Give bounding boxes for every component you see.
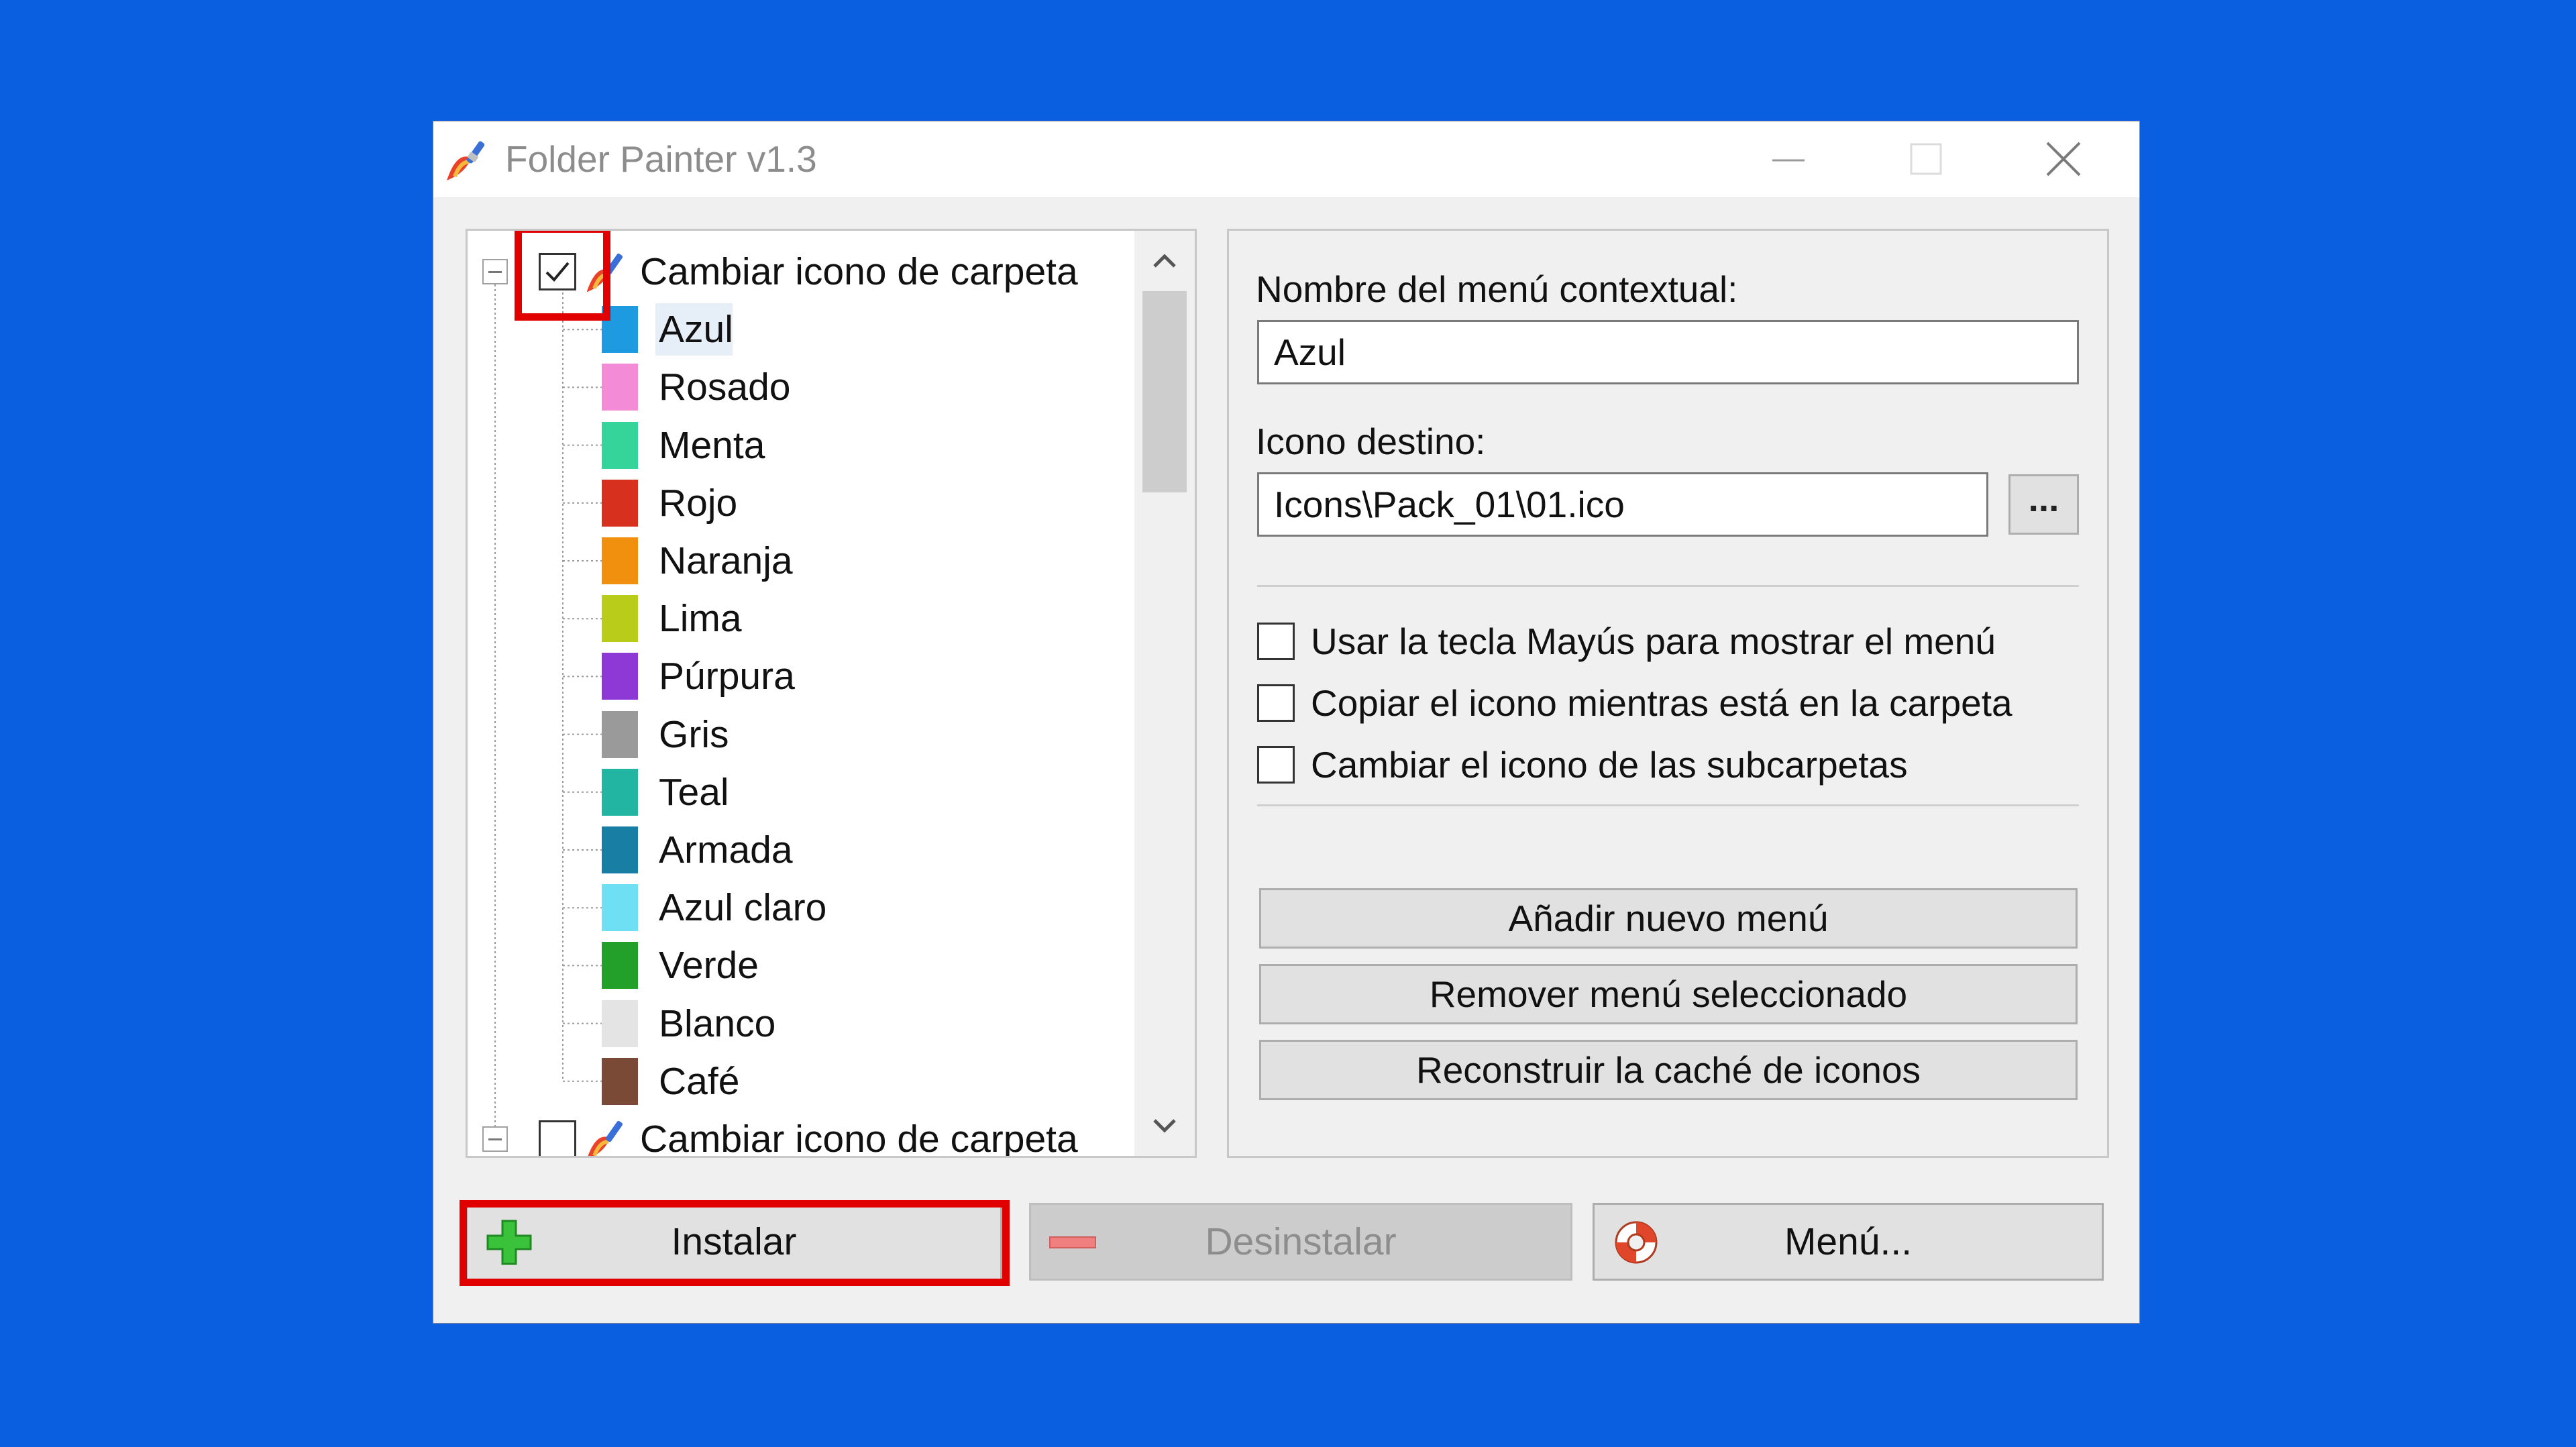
folder-painter-window: Folder Painter v1.3 Cambiar icono de car… bbox=[433, 121, 2140, 1324]
tree-color-item[interactable]: Blanco bbox=[659, 995, 775, 1053]
option-checkbox[interactable] bbox=[1257, 684, 1295, 722]
tree-color-item[interactable]: Menta bbox=[659, 417, 765, 474]
target-icon-label: Icono destino: bbox=[1256, 421, 1486, 462]
folder-color-icon bbox=[602, 421, 638, 469]
tree-color-item[interactable]: Café bbox=[659, 1053, 739, 1110]
minimize-button[interactable] bbox=[1728, 121, 1849, 197]
folder-color-icon bbox=[602, 826, 638, 873]
tree-item-label: Púrpura bbox=[659, 655, 795, 698]
menu-name-input[interactable] bbox=[1257, 320, 2079, 384]
folder-color-icon bbox=[602, 1057, 638, 1105]
tree-color-item[interactable]: Lima bbox=[659, 590, 742, 647]
option-label: Copiar el icono mientras está en la carp… bbox=[1311, 682, 2012, 724]
tree-item-label: Rosado bbox=[659, 366, 791, 409]
menu-tree[interactable]: Cambiar icono de carpeta Azul Rosado Menta R… bbox=[466, 229, 1197, 1158]
target-icon-input[interactable] bbox=[1257, 472, 1988, 537]
tree-collapse-toggle[interactable] bbox=[482, 259, 508, 284]
option-checkbox[interactable] bbox=[1257, 746, 1295, 784]
tree-color-item[interactable]: Naranja bbox=[659, 532, 793, 590]
chevron-up-icon bbox=[1153, 254, 1176, 268]
tree-item-label: Azul claro bbox=[659, 886, 827, 930]
tree-item-label: Gris bbox=[659, 712, 729, 756]
paintbrush-icon bbox=[588, 1120, 623, 1156]
tree-item-label: Armada bbox=[659, 828, 793, 871]
tree-group-label: Cambiar icono de carpeta bbox=[640, 250, 1078, 293]
tree-color-item[interactable]: Verde bbox=[659, 936, 759, 994]
folder-color-icon bbox=[602, 653, 638, 700]
tree-color-item[interactable]: Rosado bbox=[659, 358, 790, 416]
separator bbox=[1257, 804, 2079, 806]
option-row[interactable]: Cambiar el icono de las subcarpetas bbox=[1257, 743, 1908, 786]
folder-color-icon bbox=[602, 537, 638, 584]
tree-collapse-toggle[interactable] bbox=[482, 1126, 508, 1152]
folder-color-icon bbox=[602, 595, 638, 643]
tree-color-item[interactable]: Teal bbox=[659, 763, 729, 821]
tree-color-item[interactable]: Rojo bbox=[659, 474, 737, 532]
scroll-thumb[interactable] bbox=[1142, 291, 1187, 492]
tree-item-label: Azul bbox=[659, 308, 733, 352]
option-checkbox[interactable] bbox=[1257, 623, 1295, 660]
tree-item-label: Rojo bbox=[659, 481, 738, 525]
tree-color-item[interactable]: Azul bbox=[659, 301, 733, 358]
tree-item-label: Lima bbox=[659, 597, 742, 641]
close-button[interactable] bbox=[2003, 121, 2124, 197]
option-row[interactable]: Usar la tecla Mayús para mostrar el menú bbox=[1257, 620, 1996, 663]
tree-item-label: Naranja bbox=[659, 539, 793, 582]
uninstall-label: Desinstalar bbox=[1205, 1220, 1397, 1263]
folder-color-icon bbox=[602, 942, 638, 989]
scroll-up-button[interactable] bbox=[1134, 231, 1195, 291]
browse-icon-button[interactable]: ... bbox=[2008, 474, 2079, 535]
menu-properties-panel: Nombre del menú contextual: Icono destin… bbox=[1227, 229, 2109, 1158]
tree-group-item[interactable]: Cambiar icono de carpeta bbox=[640, 1110, 1078, 1158]
folder-color-icon bbox=[602, 710, 638, 758]
scroll-down-button[interactable] bbox=[1134, 1095, 1195, 1156]
tree-item-label: Menta bbox=[659, 423, 765, 467]
uninstall-button[interactable]: Desinstalar bbox=[1029, 1203, 1572, 1281]
rebuild-icon-cache-button[interactable]: Reconstruir la caché de iconos bbox=[1259, 1040, 2078, 1100]
close-icon bbox=[2046, 142, 2081, 176]
paintbrush-app-icon bbox=[447, 141, 485, 180]
tree-color-item[interactable]: Púrpura bbox=[659, 647, 795, 705]
menu-name-label: Nombre del menú contextual: bbox=[1256, 268, 1738, 310]
tree-connector-lines bbox=[494, 283, 602, 1126]
tree-item-label: Café bbox=[659, 1059, 740, 1103]
tree-item-label: Verde bbox=[659, 944, 759, 987]
highlight-frame-install bbox=[460, 1200, 1010, 1286]
maximize-icon bbox=[1910, 143, 1942, 175]
folder-color-icon bbox=[602, 768, 638, 816]
menu-label: Menú... bbox=[1784, 1220, 1913, 1263]
chevron-down-icon bbox=[1153, 1119, 1176, 1133]
menu-button[interactable]: Menú... bbox=[1593, 1203, 2104, 1281]
tree-color-item[interactable]: Azul claro bbox=[659, 879, 826, 936]
tree-group-item[interactable]: Cambiar icono de carpeta bbox=[640, 243, 1078, 301]
maximize-button[interactable] bbox=[1866, 121, 1986, 197]
tree-group-label: Cambiar icono de carpeta bbox=[640, 1118, 1078, 1158]
tree-color-item[interactable]: Armada bbox=[659, 821, 793, 879]
tree-vertical-scrollbar[interactable] bbox=[1134, 231, 1195, 1156]
separator bbox=[1257, 585, 2079, 587]
folder-color-icon bbox=[602, 1000, 638, 1047]
title-bar[interactable]: Folder Painter v1.3 bbox=[433, 121, 2139, 197]
option-row[interactable]: Copiar el icono mientras está en la carp… bbox=[1257, 682, 2012, 725]
folder-color-icon bbox=[602, 884, 638, 932]
option-label: Usar la tecla Mayús para mostrar el menú bbox=[1311, 621, 1996, 662]
folder-color-icon bbox=[602, 364, 638, 411]
folder-color-icon bbox=[602, 479, 638, 527]
add-new-menu-button[interactable]: Añadir nuevo menú bbox=[1259, 888, 2078, 949]
remove-selected-menu-button[interactable]: Remover menú seleccionado bbox=[1259, 964, 2078, 1024]
group-checkbox[interactable] bbox=[539, 1120, 576, 1156]
tree-color-item[interactable]: Gris bbox=[659, 706, 729, 763]
window-title: Folder Painter v1.3 bbox=[505, 138, 817, 180]
tree-item-label: Blanco bbox=[659, 1002, 776, 1045]
minimize-icon bbox=[1772, 159, 1805, 162]
highlight-frame-checkbox bbox=[515, 231, 610, 321]
option-label: Cambiar el icono de las subcarpetas bbox=[1311, 744, 1908, 786]
tree-item-label: Teal bbox=[659, 770, 729, 814]
